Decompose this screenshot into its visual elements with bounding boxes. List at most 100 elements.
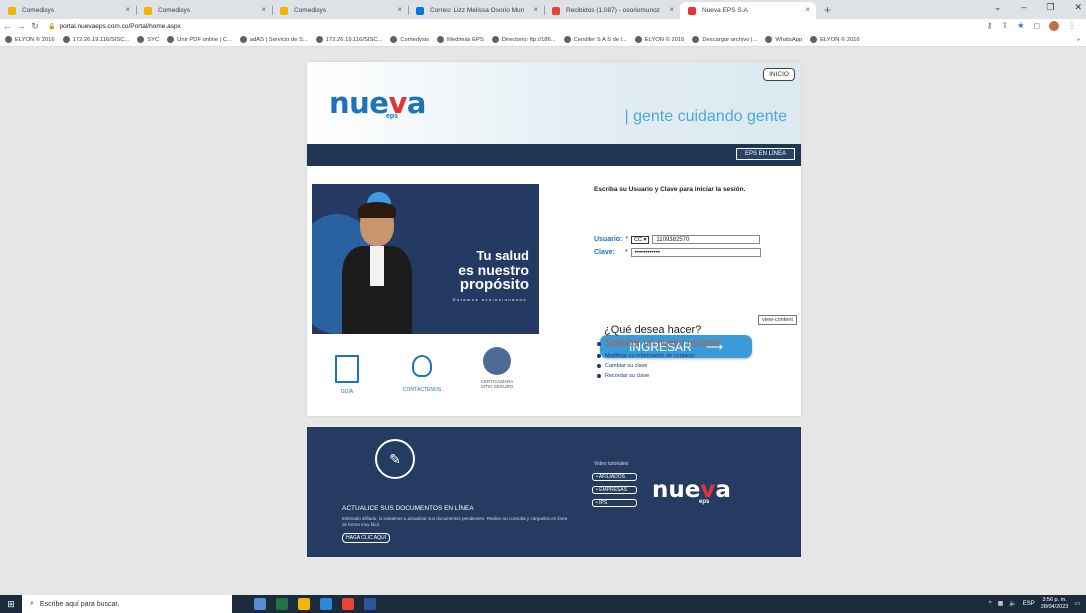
bookmark-item[interactable]: Unir PDF online | C... — [167, 36, 232, 43]
reload-icon[interactable]: ↻ — [28, 21, 42, 32]
browser-tab[interactable]: Comedisys × — [272, 2, 408, 19]
logo-subtext: eps — [386, 113, 399, 120]
back-icon[interactable]: ← — [0, 21, 14, 31]
portal-header: nueva eps INICIO | gente cuidando gente — [307, 62, 801, 144]
key-icon[interactable]: ⚷ — [987, 21, 993, 31]
windows-start-icon[interactable]: ⊞ — [0, 595, 22, 613]
maximize-icon[interactable]: ❐ — [1046, 2, 1054, 13]
video-afiliados-button[interactable]: • AFILIADOS — [592, 473, 637, 481]
bookmark-item[interactable]: ELYON © 2016 — [5, 36, 55, 43]
chrome-icon[interactable] — [342, 598, 354, 610]
bookmark-item[interactable]: SYC — [137, 36, 159, 43]
sidebar-icon[interactable]: ◻ — [1033, 21, 1040, 31]
haga-clic-button[interactable]: HAGA CLIC AQUÍ — [342, 533, 391, 543]
profile-avatar[interactable] — [1049, 21, 1059, 31]
clock[interactable]: 3:56 p. m. 28/04/2023 — [1041, 597, 1069, 610]
bookmark-item[interactable]: Comedysis — [390, 36, 429, 43]
tab-title: Comedisys — [294, 7, 327, 14]
bookmark-item[interactable]: WhatsApp — [765, 36, 802, 43]
forward-icon[interactable]: → — [14, 21, 28, 31]
bookmark-item[interactable]: Cendiler S A S de l... — [563, 36, 627, 43]
tab-close-icon[interactable]: × — [669, 5, 674, 14]
certicamara-seal[interactable]: CERTICAMARA SITIO SEGURO — [467, 347, 527, 389]
star-icon[interactable]: ★ — [1017, 21, 1024, 31]
windows-taskbar: ⊞ ⌕ Escribe aquí para buscar. ^ ▦ 🔈 ESP … — [0, 595, 1086, 613]
bookmark-favicon-icon — [491, 36, 499, 43]
options-list: Solicitar un nuevo usuario Modificar su … — [597, 338, 720, 383]
bookmark-favicon-icon — [137, 36, 145, 43]
option-modificar-contacto[interactable]: Modificar su información de contacto — [597, 353, 720, 359]
volume-icon[interactable]: 🔈 — [1009, 600, 1016, 607]
bookmark-item[interactable]: Directorio: ftp://186... — [491, 36, 556, 43]
browser-tab[interactable]: Recibidos (1.087) - osoriomunoz × — [544, 2, 680, 19]
share-icon[interactable]: ⇪ — [1001, 21, 1008, 31]
url-input[interactable]: 🔒 portal.nuevaeps.com.co/Portal/home.asp… — [48, 23, 987, 30]
tab-title: Comedisys — [22, 7, 55, 14]
file-explorer-icon[interactable] — [254, 598, 266, 610]
option-recordar-clave[interactable]: Recordar su clave — [597, 373, 720, 379]
bookmarks-more-icon[interactable]: » — [1077, 37, 1080, 43]
contactenos-link[interactable]: CONTÁCTENOS — [397, 355, 447, 393]
usuario-input[interactable]: 1109382570 — [652, 235, 761, 244]
tab-close-icon[interactable]: × — [261, 5, 266, 14]
browser-tab[interactable]: Comedisys × — [136, 2, 272, 19]
bookmark-item[interactable]: ELYON © 2016 — [634, 36, 684, 43]
video-ips-button[interactable]: • IPS — [592, 499, 637, 507]
bookmark-item[interactable]: 172.26.19.116/SISC... — [315, 36, 382, 43]
new-tab-button[interactable]: + — [816, 3, 839, 19]
minimize-icon[interactable]: – — [1021, 2, 1026, 13]
portal-card: nueva eps INICIO | gente cuidando gente … — [307, 62, 801, 416]
option-solicitar-usuario[interactable]: Solicitar un nuevo usuario — [597, 338, 720, 349]
login-instructions: Escriba su Usuario y Clave para iniciar … — [594, 186, 746, 193]
tab-close-icon[interactable]: × — [397, 5, 402, 14]
network-icon[interactable]: ▦ — [998, 600, 1004, 607]
login-form: Escriba su Usuario y Clave para iniciar … — [594, 186, 794, 358]
eps-en-linea-button[interactable]: EPS EN LÍNEA — [735, 148, 795, 160]
folder-icon[interactable] — [298, 598, 310, 610]
guia-link[interactable]: GUÍA — [327, 355, 367, 395]
lock-icon: 🔒 — [48, 23, 56, 30]
word-icon[interactable] — [364, 598, 376, 610]
bookmark-favicon-icon — [692, 36, 700, 43]
tab-close-icon[interactable]: × — [125, 5, 130, 14]
bookmark-item[interactable]: 172.26.19.116/SISC... — [62, 36, 129, 43]
excel-icon[interactable] — [276, 598, 288, 610]
language-indicator[interactable]: ESP — [1023, 601, 1035, 607]
notifications-icon[interactable]: ▭ — [1074, 600, 1080, 607]
footer-logo: nueva — [652, 477, 731, 503]
option-cambiar-clave[interactable]: Cambiar su clave — [597, 363, 720, 369]
browser-tab[interactable]: Correo: Lizz Melissa Osorio Mun × — [408, 2, 544, 19]
tray-chevron-icon[interactable]: ^ — [989, 601, 992, 607]
tab-favicon-icon — [280, 7, 288, 15]
tab-close-icon[interactable]: × — [805, 5, 810, 14]
clave-input[interactable]: •••••••••••• — [630, 248, 761, 257]
banner-line-1: Tu salud — [476, 248, 529, 263]
browser-tab-active[interactable]: Nueva EPS S.A × — [680, 2, 816, 19]
tab-title: Correo: Lizz Melissa Osorio Mun — [430, 7, 525, 14]
bookmark-favicon-icon — [765, 36, 773, 43]
inicio-button[interactable]: INICIO — [763, 68, 795, 81]
menu-icon[interactable]: ⋮ — [1068, 21, 1076, 31]
usuario-row: Usuario: * CC ▾ 1109382570 — [594, 235, 761, 244]
browser-tab[interactable]: Comedisys × — [0, 2, 136, 19]
video-empresas-button[interactable]: • EMPRESAS — [592, 486, 637, 494]
bookmark-item[interactable]: Medimás EPS — [437, 36, 484, 43]
bookmark-item[interactable]: adAS | Servicio de S... — [239, 36, 308, 43]
quick-links: GUÍA CONTÁCTENOS CERTICAMARA SITIO SEGUR… — [327, 347, 547, 405]
taskbar-search[interactable]: ⌕ Escribe aquí para buscar. — [22, 595, 232, 613]
document-type-select[interactable]: CC ▾ — [631, 235, 650, 244]
close-window-icon[interactable]: ✕ — [1074, 2, 1082, 13]
tab-close-icon[interactable]: × — [533, 5, 538, 14]
tab-search-icon[interactable]: ⌄ — [994, 2, 1002, 13]
task-view-icon[interactable] — [320, 598, 332, 610]
certicamara-sub: SITIO SEGURO — [480, 384, 514, 389]
bookmark-item[interactable]: Descargar archivo |... — [692, 36, 757, 43]
tooltip: view-content — [758, 315, 797, 325]
bookmark-item[interactable]: ELYON © 2016 — [810, 36, 860, 43]
nueva-eps-logo[interactable]: nueva — [329, 86, 426, 120]
promo-banner: Tu salud es nuestro propósito Estamos ev… — [312, 184, 539, 334]
bookmark-favicon-icon — [315, 36, 323, 43]
bookmark-favicon-icon — [563, 36, 571, 43]
banner-person-image — [342, 202, 412, 334]
bookmark-favicon-icon — [634, 36, 642, 43]
